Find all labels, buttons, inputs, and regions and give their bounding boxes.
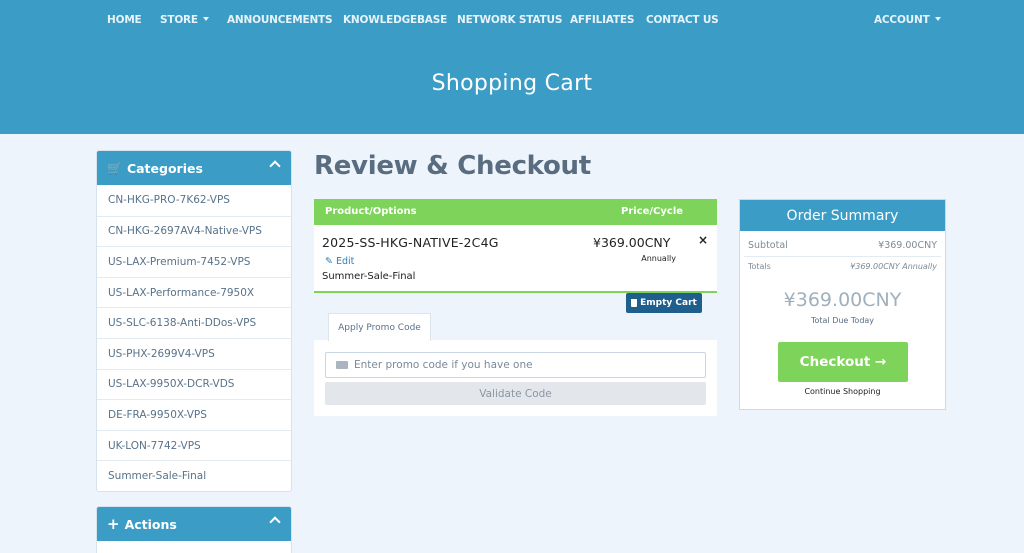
nav-affiliates[interactable]: AFFILIATES xyxy=(570,14,634,26)
remove-item-button[interactable]: × xyxy=(698,233,708,247)
empty-cart-label: Empty Cart xyxy=(640,298,697,308)
cart-item-row: 2025-SS-HKG-NATIVE-2C4G ✎ Edit Summer-Sa… xyxy=(314,225,717,293)
nav-network-status[interactable]: NETWORK STATUS xyxy=(457,14,562,26)
page-header-title: Shopping Cart xyxy=(431,71,593,96)
subtotal-value: ¥369.00CNY xyxy=(878,240,937,251)
subtotal-row: Subtotal ¥369.00CNY xyxy=(748,240,937,251)
empty-cart-button[interactable]: Empty Cart xyxy=(626,293,702,313)
category-item[interactable]: US-LAX-Premium-7452-VPS xyxy=(97,246,291,277)
category-item[interactable]: CN-HKG-2697AV4-Native-VPS xyxy=(97,215,291,247)
promo-code-input[interactable]: Enter promo code if you have one xyxy=(325,352,706,378)
product-group: Summer-Sale-Final xyxy=(322,271,416,282)
page-header: HOME STORE ANNOUNCEMENTS KNOWLEDGEBASE N… xyxy=(0,0,1024,134)
promo-code-placeholder: Enter promo code if you have one xyxy=(354,359,533,371)
totals-row: Totals ¥369.00CNY Annually xyxy=(748,262,937,271)
total-due-label: Total Due Today xyxy=(810,316,875,325)
totals-value: ¥369.00CNY Annually xyxy=(850,262,937,271)
category-item[interactable]: UK-LON-7742-VPS xyxy=(97,429,291,461)
edit-link[interactable]: ✎ Edit xyxy=(325,256,354,267)
categories-title: Categories xyxy=(126,160,203,176)
category-item[interactable]: Summer-Sale-Final xyxy=(97,460,291,491)
cart-table-header: Product/Options Price/Cycle xyxy=(314,199,717,225)
category-item[interactable]: CN-HKG-PRO-7K62-VPS xyxy=(97,185,291,216)
edit-label: Edit xyxy=(336,256,355,267)
chevron-up-icon[interactable] xyxy=(269,160,281,172)
category-item[interactable]: US-LAX-9950X-DCR-VDS xyxy=(97,368,291,400)
actions-panel-header[interactable]: + Actions xyxy=(97,507,291,541)
divider xyxy=(744,256,941,257)
item-cycle: Annually xyxy=(641,254,676,263)
pencil-icon: ✎ xyxy=(325,256,333,267)
categories-panel-header[interactable]: 🛒 Categories xyxy=(97,151,291,185)
subtotal-label: Subtotal xyxy=(748,240,788,251)
nav-announcements[interactable]: ANNOUNCEMENTS xyxy=(227,14,333,26)
category-item[interactable]: US-SLC-6138-Anti-DDos-VPS xyxy=(97,307,291,338)
nav-knowledgebase[interactable]: KNOWLEDGEBASE xyxy=(343,14,447,26)
plus-icon: + xyxy=(107,515,120,533)
trash-icon xyxy=(631,299,638,307)
actions-title: Actions xyxy=(124,516,177,532)
column-header-price: Price/Cycle xyxy=(621,206,684,217)
nav-store[interactable]: STORE xyxy=(160,14,209,26)
order-summary-title: Order Summary xyxy=(740,200,945,231)
nav-contact-us[interactable]: CONTACT US xyxy=(646,14,719,26)
column-header-product: Product/Options xyxy=(325,206,417,217)
nav-home[interactable]: HOME xyxy=(107,14,142,26)
actions-panel: + Actions xyxy=(96,506,292,553)
totals-label: Totals xyxy=(748,262,771,271)
categories-panel: 🛒 Categories CN-HKG-PRO-7K62-VPS CN-HKG-… xyxy=(96,150,292,492)
category-item[interactable]: US-PHX-2699V4-VPS xyxy=(97,337,291,369)
cart-icon: 🛒 xyxy=(107,161,122,175)
chevron-up-icon[interactable] xyxy=(269,516,281,528)
total-due-amount: ¥369.00CNY xyxy=(783,289,902,311)
order-summary: Order Summary Subtotal ¥369.00CNY Totals… xyxy=(739,199,946,410)
continue-shopping-link[interactable]: Continue Shopping xyxy=(740,387,945,396)
category-item[interactable]: US-LAX-Performance-7950X xyxy=(97,276,291,308)
main-nav: HOME STORE ANNOUNCEMENTS KNOWLEDGEBASE N… xyxy=(0,14,1024,28)
ticket-icon xyxy=(336,361,348,369)
nav-store-label: STORE xyxy=(160,14,198,26)
category-item[interactable]: DE-FRA-9950X-VPS xyxy=(97,399,291,430)
nav-account[interactable]: ACCOUNT xyxy=(874,14,941,26)
cart-table: Product/Options Price/Cycle 2025-SS-HKG-… xyxy=(314,199,717,293)
page-title: Review & Checkout xyxy=(314,151,591,181)
validate-code-button[interactable]: Validate Code xyxy=(325,382,706,405)
tab-apply-promo-code[interactable]: Apply Promo Code xyxy=(328,313,431,341)
product-name: 2025-SS-HKG-NATIVE-2C4G xyxy=(322,235,499,250)
categories-list: CN-HKG-PRO-7K62-VPS CN-HKG-2697AV4-Nativ… xyxy=(97,185,291,491)
chevron-down-icon xyxy=(202,17,209,21)
checkout-button[interactable]: Checkout → xyxy=(778,342,908,382)
item-price: ¥369.00CNY xyxy=(593,235,671,250)
chevron-down-icon xyxy=(934,17,941,21)
nav-account-label: ACCOUNT xyxy=(874,14,930,26)
